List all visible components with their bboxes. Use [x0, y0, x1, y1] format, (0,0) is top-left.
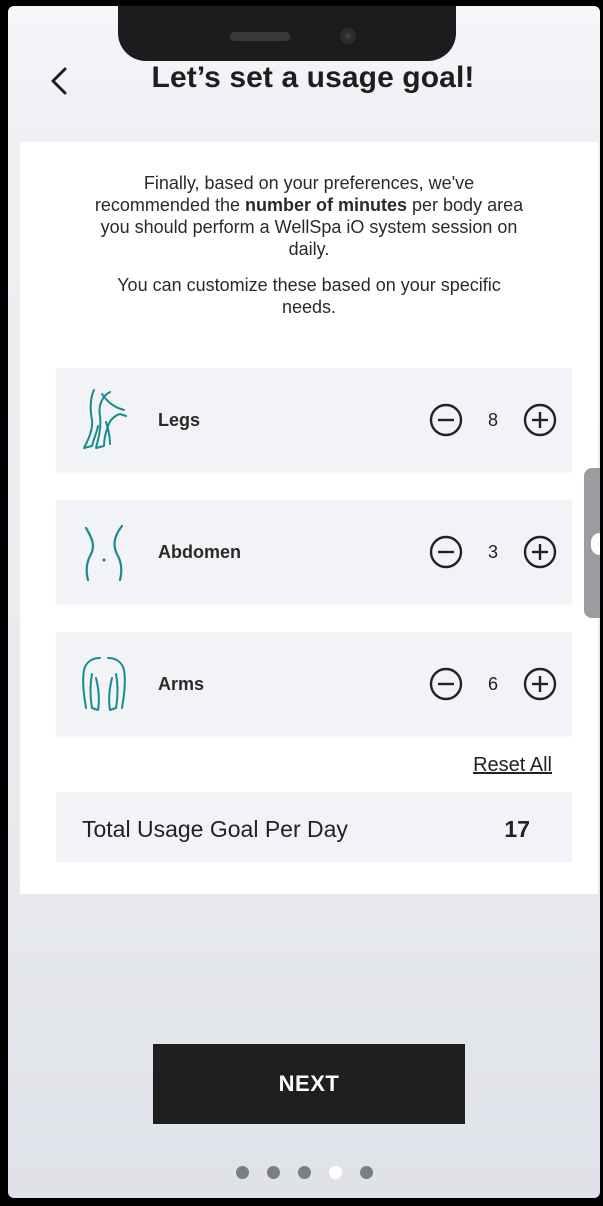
total-goal-row: Total Usage Goal Per Day 17: [56, 792, 572, 862]
decrement-button[interactable]: [428, 402, 464, 438]
page-dot-3[interactable]: [297, 1166, 311, 1179]
page-dot-2[interactable]: [266, 1166, 280, 1179]
page-dot-1[interactable]: [235, 1166, 249, 1179]
area-row-legs: Legs 8: [56, 368, 572, 472]
intro-paragraph: Finally, based on your preferences, we'v…: [89, 172, 529, 260]
intro-emphasis: number of minutes: [245, 195, 408, 215]
minutes-value: 3: [487, 542, 498, 562]
notch-camera: [340, 28, 356, 44]
minus-circle-icon: [429, 535, 463, 569]
minus-circle-icon: [429, 403, 463, 437]
minus-circle-icon: [429, 667, 463, 701]
total-value: 17: [504, 816, 530, 842]
page-dot-5[interactable]: [359, 1166, 373, 1179]
notch-speaker: [230, 32, 290, 41]
quantity-stepper: 8: [428, 402, 558, 438]
plus-circle-icon: [523, 667, 557, 701]
plus-circle-icon: [523, 535, 557, 569]
customize-note: You can customize these based on your sp…: [117, 275, 501, 317]
total-label: Total Usage Goal Per Day: [82, 816, 348, 842]
pagination-dots: [8, 1166, 600, 1179]
side-handle[interactable]: [584, 468, 600, 618]
area-row-arms: Arms 6: [56, 632, 572, 736]
plus-circle-icon: [523, 403, 557, 437]
increment-button[interactable]: [522, 666, 558, 702]
decrement-button[interactable]: [428, 666, 464, 702]
device-notch: [118, 6, 456, 61]
arms-icon: [82, 657, 126, 711]
app-screen: Let’s set a usage goal! Finally, based o…: [8, 6, 600, 1198]
intro-text: Finally, based on your preferences, we'v…: [20, 172, 598, 318]
goal-card: Finally, based on your preferences, we'v…: [20, 142, 598, 894]
quantity-stepper: 6: [428, 666, 558, 702]
abdomen-icon: [84, 524, 124, 582]
area-label: Legs: [158, 410, 201, 430]
area-label: Arms: [158, 674, 205, 694]
minutes-value: 6: [487, 674, 498, 694]
area-label: Abdomen: [158, 542, 241, 562]
legs-icon: [83, 389, 127, 449]
next-button[interactable]: NEXT: [153, 1044, 465, 1124]
reset-all-link[interactable]: Reset All: [473, 754, 552, 777]
increment-button[interactable]: [522, 534, 558, 570]
page-title: Let’s set a usage goal!: [151, 61, 475, 94]
page-dot-4-active[interactable]: [328, 1166, 342, 1179]
quantity-stepper: 3: [428, 534, 558, 570]
minutes-value: 8: [487, 410, 498, 430]
decrement-button[interactable]: [428, 534, 464, 570]
area-row-abdomen: Abdomen 3: [56, 500, 572, 604]
increment-button[interactable]: [522, 402, 558, 438]
